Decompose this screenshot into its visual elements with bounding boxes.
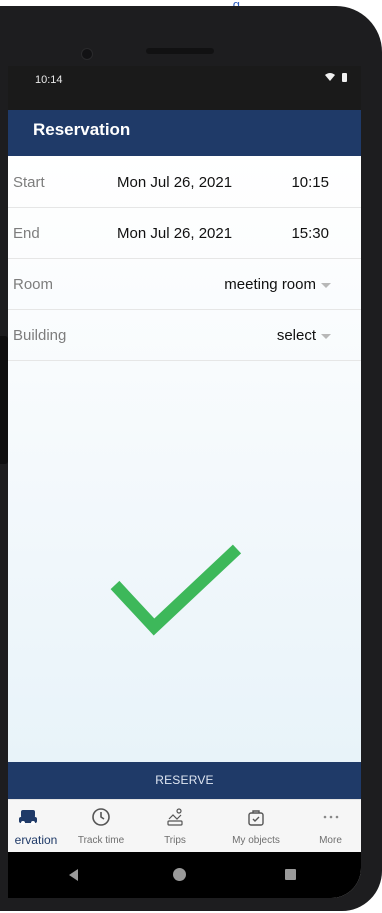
nav-label: My objects [232,835,280,846]
clock-icon [92,808,110,826]
building-value: select [276,327,316,344]
home-icon[interactable] [173,868,186,881]
chevron-down-icon [321,333,331,339]
nav-label: Track time [77,835,125,846]
nav-item-trips[interactable]: Trips [138,800,212,853]
checkmark-icon [110,544,242,636]
phone-frame: 10:14 Reservation Start Mon Jul 26, 2021… [0,6,382,911]
app-bar: Reservation [8,110,361,156]
end-row[interactable]: End Mon Jul 26, 2021 15:30 [8,207,361,259]
side-button [0,336,8,464]
start-label: Start [13,174,45,191]
building-row[interactable]: Building select [8,309,361,361]
car-icon [19,810,37,825]
reserve-button-label: RESERVE [155,773,214,787]
recents-icon[interactable] [285,869,296,880]
nav-label: Trips [164,835,186,846]
back-icon[interactable] [69,869,78,881]
android-nav-bar [8,852,361,898]
phone-screen: 10:14 Reservation Start Mon Jul 26, 2021… [8,66,361,898]
reservation-form: Start Mon Jul 26, 2021 10:15 End Mon Jul… [8,156,361,762]
end-time[interactable]: 15:30 [291,225,329,242]
room-value: meeting room [224,276,316,293]
nav-item-my-objects[interactable]: My objects [212,800,300,853]
room-row[interactable]: Room meeting room [8,258,361,310]
building-label: Building [13,327,67,344]
page-title: Reservation [33,120,131,139]
nav-label: More [319,835,342,846]
end-date[interactable]: Mon Jul 26, 2021 [117,225,232,242]
nav-item-more[interactable]: More [300,800,361,853]
speaker-grille [146,48,214,54]
start-date[interactable]: Mon Jul 26, 2021 [117,174,232,191]
bag-icon [248,810,264,826]
status-time: 10:14 [35,74,63,86]
more-icon [323,815,338,819]
start-row[interactable]: Start Mon Jul 26, 2021 10:15 [8,156,361,208]
nav-item-reservation[interactable]: ervation [8,800,64,853]
end-label: End [13,225,40,242]
reserve-button[interactable]: RESERVE [8,762,361,799]
room-select[interactable]: meeting room [224,276,331,293]
bottom-nav: ervation Track time Trips My objects Mor… [8,799,361,853]
wifi-icon [325,73,335,81]
trip-icon [167,808,183,826]
nav-item-track-time[interactable]: Track time [64,800,138,853]
nav-label: ervation [14,833,58,847]
building-select[interactable]: select [277,327,331,344]
status-bar: 10:14 [8,66,361,110]
battery-icon [342,73,347,82]
camera-icon [81,48,93,60]
chevron-down-icon [321,282,331,288]
start-time[interactable]: 10:15 [291,174,329,191]
room-label: Room [13,276,54,293]
